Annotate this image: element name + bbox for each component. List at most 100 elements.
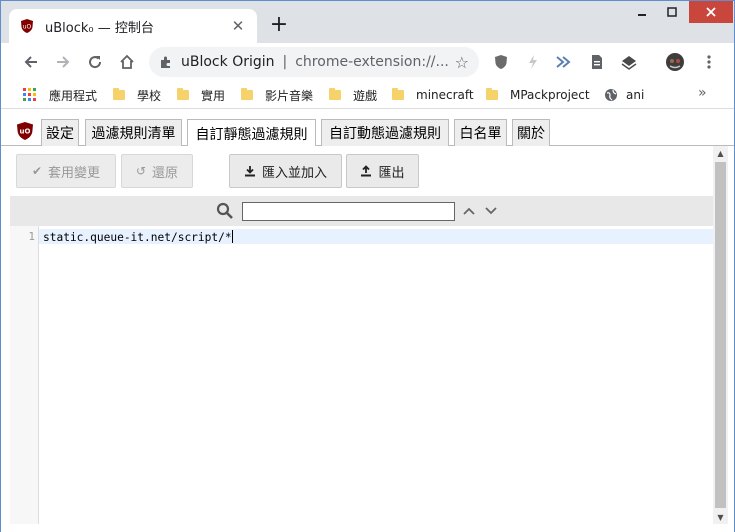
bookmark-star-icon[interactable]: ☆ [455, 53, 469, 72]
dashboard-tab-bar: uO 設定 過濾規則清單 自訂靜態過濾規則 自訂動態過濾規則 白名單 關於 [1, 109, 734, 147]
svg-text:uO: uO [20, 128, 31, 136]
window-close-button[interactable] [689, 1, 733, 23]
globe-icon [605, 89, 617, 101]
editor-line-text: static.queue-it.net/script/* [43, 231, 232, 244]
line-number-gutter: 1 [10, 226, 39, 524]
bookmark-label: 學校 [137, 88, 162, 103]
upload-icon [361, 165, 372, 177]
import-append-button[interactable]: 匯入並加入 [229, 154, 342, 188]
bookmark-apps[interactable]: 應用程式 [23, 86, 97, 104]
home-button[interactable] [113, 48, 141, 76]
checkmark-icon: ✔ [31, 164, 43, 178]
shield-icon [495, 55, 507, 69]
bookmark-label: 影片音樂 [265, 88, 314, 103]
tab-about[interactable]: 關於 [512, 119, 550, 146]
address-separator: | [282, 54, 288, 70]
lightning-icon [529, 55, 537, 69]
folder-icon [177, 88, 189, 100]
editor-line[interactable]: static.queue-it.net/script/* [43, 230, 233, 244]
maximize-button[interactable] [657, 1, 687, 23]
address-site-name: uBlock Origin [181, 54, 275, 70]
search-prev-button[interactable] [461, 202, 477, 220]
ublock-shield-icon: uO [21, 19, 33, 33]
browser-tab-active[interactable]: uO uBlock₀ — 控制台 ✕ [9, 9, 257, 43]
send-arrow-extension-icon[interactable] [554, 52, 574, 72]
browser-menu-button[interactable] [699, 52, 719, 72]
new-tab-button[interactable]: + [266, 13, 292, 39]
bookmark-label: 應用程式 [49, 88, 98, 103]
bookmark-label: ani [626, 88, 645, 102]
tab-strip: uO uBlock₀ — 控制台 ✕ + [1, 1, 734, 43]
document-extension-icon[interactable] [587, 52, 607, 72]
reload-button[interactable] [81, 48, 109, 76]
bookmark-folder-minecraft[interactable]: minecraft [392, 86, 474, 104]
home-icon [120, 54, 134, 69]
minimize-icon [638, 14, 646, 16]
line-number: 1 [28, 230, 35, 243]
bookmark-ani[interactable]: ani [604, 86, 644, 104]
document-icon [592, 55, 602, 69]
bookmark-label: 實用 [201, 88, 226, 103]
export-button[interactable]: 匯出 [346, 154, 419, 188]
double-arrow-icon [556, 56, 571, 68]
bookmarks-bar: 應用程式 學校 實用 影片音樂 遊戲 minecraft MPackprojec… [1, 81, 734, 109]
download-icon [244, 166, 255, 177]
back-button[interactable] [17, 48, 45, 76]
tab-close-icon[interactable]: ✕ [229, 17, 247, 35]
scroll-down-arrow-icon[interactable]: ▼ [713, 510, 728, 524]
tab-title: uBlock₀ — 控制台 [45, 20, 154, 36]
avatar-icon [666, 53, 684, 71]
folder-icon [329, 88, 341, 100]
search-input[interactable] [242, 202, 455, 221]
scrollbar-thumb[interactable] [715, 162, 726, 508]
bookmark-folder-mpackproject[interactable]: MPackproject [486, 86, 590, 104]
tab-my-rules[interactable]: 自訂動態過濾規則 [321, 119, 449, 146]
scroll-up-arrow-icon[interactable]: ▲ [713, 146, 728, 160]
tab-settings[interactable]: 設定 [41, 119, 79, 146]
search-next-button[interactable] [483, 202, 499, 220]
lightning-extension-icon[interactable] [523, 52, 543, 72]
tab-my-filters[interactable]: 自訂靜態過濾規則 [187, 119, 316, 147]
puzzle-icon [161, 56, 170, 68]
chevron-down-icon [485, 207, 497, 215]
folder-icon [486, 88, 498, 100]
editor-scrollbar[interactable]: ▲ ▼ [713, 146, 728, 524]
bookmarks-overflow-chevron-icon[interactable]: » [698, 85, 707, 101]
chevron-up-icon [463, 207, 475, 215]
profile-avatar[interactable] [664, 51, 686, 73]
revert-button[interactable]: ↺ 還原 [121, 154, 193, 188]
import-append-label: 匯入並加入 [261, 165, 327, 181]
bookmark-folder-useful[interactable]: 實用 [177, 86, 225, 104]
bookmark-folder-school[interactable]: 學校 [113, 86, 161, 104]
bookmark-label: MPackproject [510, 88, 590, 102]
export-label: 匯出 [378, 165, 405, 181]
bookmark-label: minecraft [416, 88, 474, 102]
tab-filter-lists[interactable]: 過濾規則清單 [85, 119, 182, 146]
dashboard-page: uO 設定 過濾規則清單 自訂靜態過濾規則 自訂動態過濾規則 白名單 關於 ✔ … [1, 109, 734, 532]
apply-changes-button[interactable]: ✔ 套用變更 [16, 154, 116, 188]
ublock-extension-icon[interactable] [491, 52, 511, 72]
forward-button[interactable] [49, 48, 77, 76]
tab-whitelist[interactable]: 白名單 [454, 119, 507, 146]
folder-icon [241, 88, 253, 100]
browser-window: uO uBlock₀ — 控制台 ✕ + uBlock Origin | chr… [0, 0, 735, 532]
address-bar[interactable]: uBlock Origin | chrome-extension://... ☆ [149, 47, 479, 77]
bookmark-folder-video-music[interactable]: 影片音樂 [241, 86, 313, 104]
folder-icon [113, 88, 125, 100]
layers-extension-icon[interactable] [619, 52, 639, 72]
filter-actions-toolbar: ✔ 套用變更 ↺ 還原 匯入並加入 匯出 [10, 146, 713, 196]
minimize-button[interactable] [627, 1, 657, 23]
reload-icon [89, 56, 102, 69]
svg-text:uO: uO [23, 24, 32, 31]
address-url: chrome-extension://... [295, 54, 449, 70]
editor-search-bar [10, 196, 713, 226]
revert-label: 還原 [152, 165, 179, 181]
maximize-icon [667, 7, 677, 17]
filter-editor[interactable]: 1 static.queue-it.net/script/* [10, 226, 713, 524]
close-icon [706, 7, 716, 17]
folder-icon [392, 88, 404, 100]
browser-toolbar: uBlock Origin | chrome-extension://... ☆ [1, 43, 734, 81]
arrow-left-icon [24, 56, 37, 68]
bookmark-label: 遊戲 [353, 88, 378, 103]
bookmark-folder-games[interactable]: 遊戲 [329, 86, 377, 104]
